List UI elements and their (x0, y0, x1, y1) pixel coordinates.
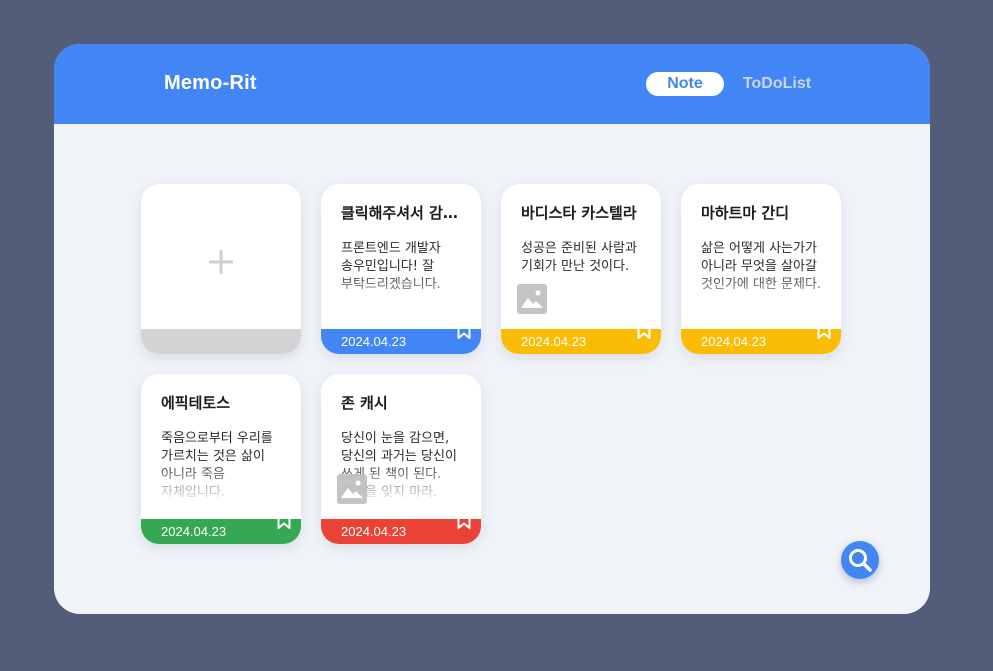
note-footer: 2024.04.23 (141, 512, 301, 544)
note-card[interactable]: 바디스타 카스텔라 성공은 준비된 사람과 기회가 만난 것이다. 2024.0… (501, 184, 661, 354)
note-card[interactable]: 에픽테토스 죽음으로부터 우리를 가르치는 것은 삶이 아니라 죽음 자체입니다… (141, 374, 301, 544)
note-footer: 2024.04.23 (321, 512, 481, 544)
note-card[interactable]: 마하트마 간디 삶은 어떻게 사는가가 아니라 무엇을 살아갈 것인가에 대한 … (681, 184, 841, 354)
bookmark-icon[interactable] (277, 512, 291, 530)
note-title: 마하트마 간디 (701, 204, 790, 222)
note-title: 바디스타 카스텔라 (521, 204, 637, 222)
note-card[interactable]: 존 캐시 당신이 눈을 감으면, 당신의 과거는 당신이 쓰게 된 책이 된다.… (321, 374, 481, 544)
bookmark-icon[interactable] (457, 512, 471, 530)
note-body: 프론트엔드 개발자 송우민입니다! 잘 부탁드리겠습니다. (341, 241, 441, 292)
tab-todolist[interactable]: ToDoList (734, 72, 820, 96)
note-date: 2024.04.23 (341, 334, 407, 349)
note-title: 에픽테토스 (161, 394, 231, 412)
bookmark-icon[interactable] (457, 322, 471, 340)
search-button[interactable] (841, 541, 879, 579)
plus-icon: + (205, 239, 237, 283)
tab-note[interactable]: Note (646, 72, 724, 96)
bookmark-icon[interactable] (637, 322, 651, 340)
add-note-card[interactable]: + (141, 184, 301, 354)
note-date: 2024.04.23 (521, 334, 587, 349)
bookmark-icon[interactable] (817, 322, 831, 340)
note-date: 2024.04.23 (341, 524, 407, 539)
add-card-footer (141, 329, 301, 354)
image-icon (337, 474, 367, 504)
note-date: 2024.04.23 (161, 524, 227, 539)
note-footer: 2024.04.23 (681, 322, 841, 354)
image-icon (517, 284, 547, 314)
note-card[interactable]: 클릭해주셔서 감사합니다 프론트엔드 개발자 송우민입니다! 잘 부탁드리겠습니… (321, 184, 481, 354)
note-body: 삶은 어떻게 사는가가 아니라 무엇을 살아갈 것인가에 대한 문제다. (701, 241, 822, 292)
note-date: 2024.04.23 (701, 334, 767, 349)
note-title: 클릭해주셔서 감사합니다 (341, 204, 465, 222)
note-title: 존 캐시 (341, 394, 388, 412)
app-window: Memo-Rit Note ToDoList + 클릭해주셔서 감사합니다 프론… (54, 44, 930, 614)
note-footer: 2024.04.23 (501, 322, 661, 354)
note-footer: 2024.04.23 (321, 322, 481, 354)
note-body: 죽음으로부터 우리를 가르치는 것은 삶이 아니라 죽음 자체입니다. (161, 431, 273, 498)
app-logo[interactable]: Memo-Rit (164, 72, 257, 95)
header: Memo-Rit Note ToDoList (54, 44, 930, 124)
search-icon (849, 549, 872, 572)
